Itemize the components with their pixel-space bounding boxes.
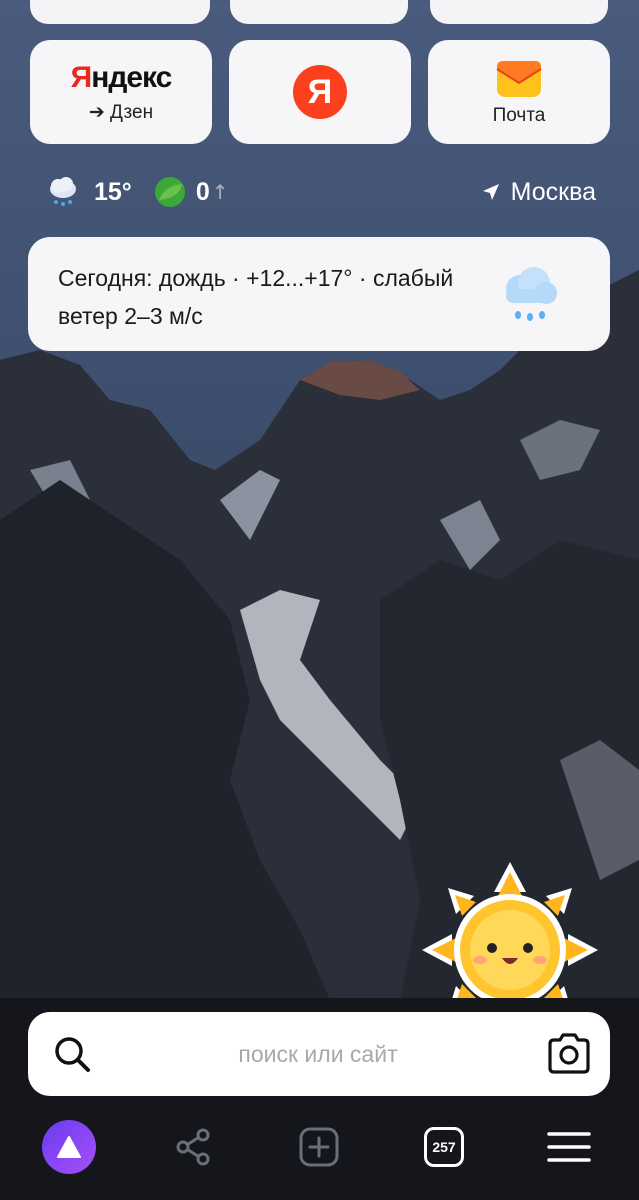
traffic-icon bbox=[154, 177, 185, 207]
shortcut-label: Почта bbox=[492, 105, 546, 126]
menu-button[interactable] bbox=[534, 1112, 604, 1182]
plus-icon bbox=[299, 1127, 339, 1167]
shortcut-tile-partial[interactable] bbox=[30, 0, 210, 24]
city-selector[interactable]: Москва bbox=[481, 178, 596, 207]
shortcut-yandex[interactable]: Я bbox=[229, 40, 411, 144]
city-name: Москва bbox=[510, 177, 596, 206]
traffic-trend-icon: ↑ bbox=[211, 180, 229, 204]
traffic-value: 0 bbox=[195, 177, 210, 206]
location-arrow-icon bbox=[482, 184, 499, 200]
share-button[interactable] bbox=[158, 1112, 228, 1182]
bottom-navbar: 257 bbox=[0, 1112, 639, 1182]
temperature[interactable]: 15° bbox=[94, 178, 132, 207]
rain-cloud-icon bbox=[506, 267, 557, 321]
background-wallpaper bbox=[0, 0, 639, 1000]
rain-cloud-icon[interactable] bbox=[46, 175, 80, 209]
shortcut-tile-partial[interactable] bbox=[230, 0, 408, 24]
yandex-logo: Яндекс bbox=[70, 60, 173, 94]
traffic-indicator[interactable]: 0 ↑ bbox=[154, 176, 229, 208]
shortcut-label: ➔ Дзен bbox=[88, 101, 154, 123]
search-icon[interactable] bbox=[52, 1034, 92, 1074]
yandex-circle-icon: Я bbox=[293, 65, 347, 119]
share-icon bbox=[176, 1128, 210, 1166]
alice-button[interactable] bbox=[34, 1112, 104, 1182]
camera-icon[interactable] bbox=[546, 1032, 592, 1076]
search-input[interactable] bbox=[108, 1032, 528, 1076]
tabs-count-badge: 257 bbox=[424, 1127, 464, 1167]
alice-icon bbox=[42, 1120, 96, 1174]
weather-summary: Сегодня: дождь · +12...+17° · слабый вет… bbox=[58, 265, 454, 329]
tabs-button[interactable]: 257 bbox=[409, 1112, 479, 1182]
mail-icon bbox=[496, 61, 542, 97]
new-tab-button[interactable] bbox=[284, 1112, 354, 1182]
shortcut-row-partial bbox=[0, 0, 639, 26]
weather-card[interactable]: Сегодня: дождь · +12...+17° · слабый вет… bbox=[28, 237, 610, 351]
hamburger-menu-icon bbox=[547, 1132, 591, 1162]
search-bar[interactable] bbox=[28, 1012, 610, 1096]
shortcut-mail[interactable]: Почта bbox=[428, 40, 610, 144]
shortcut-yandex-zen[interactable]: Яндекс ➔ Дзен bbox=[30, 40, 212, 144]
status-row: 15° 0 ↑ Москва bbox=[46, 172, 606, 212]
shortcut-tile-partial[interactable] bbox=[430, 0, 608, 24]
